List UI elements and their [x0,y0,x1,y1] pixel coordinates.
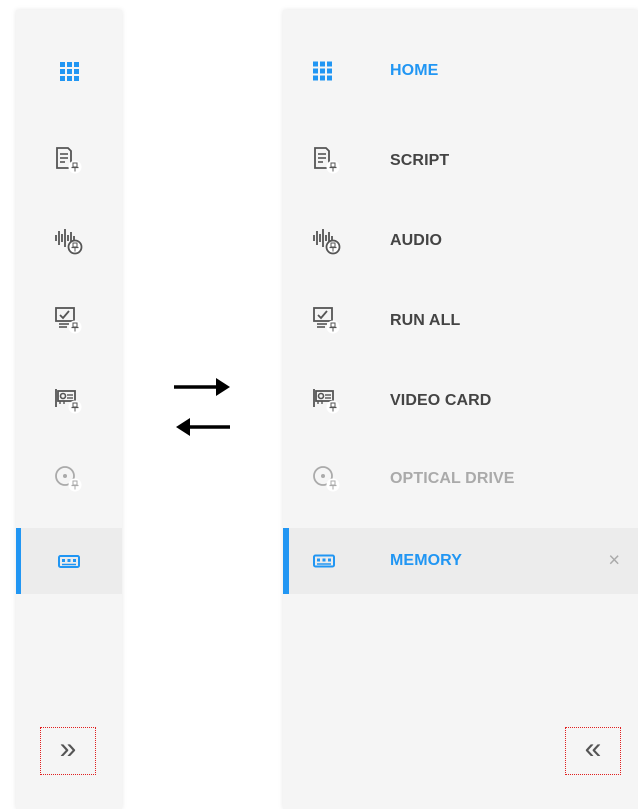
sidebar-item-label: HOME [390,62,439,79]
collapse-icon: « [584,732,602,765]
sidebar-item-label: RUN ALL [390,312,461,329]
script-icon [55,147,83,175]
script-icon [313,147,341,175]
sidebar-item-run-all[interactable]: RUN ALL [283,288,638,354]
audio-icon [313,227,341,255]
sidebar-item-run-all[interactable] [16,288,122,354]
expand-sidebar-button[interactable]: » [40,727,96,775]
collapsed-sidebar: » [16,10,122,809]
memory-icon [58,554,80,568]
sidebar-item-video-card[interactable] [16,368,122,434]
memory-icon [313,554,335,568]
video-card-icon [313,387,341,415]
sidebar-item-label: SCRIPT [390,152,450,169]
sidebar-item-optical-drive[interactable] [16,446,122,512]
swap-arrows-icon [174,378,230,436]
sidebar-item-optical-drive[interactable]: OPTICAL DRIVE [283,446,638,512]
sidebar-item-label: AUDIO [390,232,443,249]
audio-icon [55,227,83,255]
run-all-icon [55,307,83,335]
grid-icon [59,61,79,81]
sidebar-item-label: VIDEO CARD [390,392,492,409]
sidebar-item-audio[interactable]: AUDIO [283,208,638,274]
sidebar-item-label: MEMORY [390,552,463,569]
sidebar-item-script[interactable] [16,128,122,194]
sidebar-item-home[interactable]: HOME [283,38,638,104]
optical-drive-icon [313,466,341,493]
expand-icon: » [59,732,77,765]
video-card-icon [55,387,83,415]
sidebar-item-memory[interactable]: MEMORY × [283,528,638,594]
close-icon[interactable]: × [608,550,620,573]
run-all-icon [313,307,341,335]
grid-icon [313,61,332,81]
sidebar-item-audio[interactable] [16,208,122,274]
collapse-sidebar-button[interactable]: « [565,727,621,775]
sidebar-item-home[interactable] [16,38,122,104]
sidebar-item-label: OPTICAL DRIVE [390,470,515,487]
sidebar-item-script[interactable]: SCRIPT [283,128,638,194]
optical-drive-icon [55,466,83,493]
sidebar-item-memory[interactable] [16,528,122,594]
expanded-sidebar: HOME SCRIPT AUDIO RUN ALL VIDEO CARD OPT… [283,10,638,809]
sidebar-item-video-card[interactable]: VIDEO CARD [283,368,638,434]
